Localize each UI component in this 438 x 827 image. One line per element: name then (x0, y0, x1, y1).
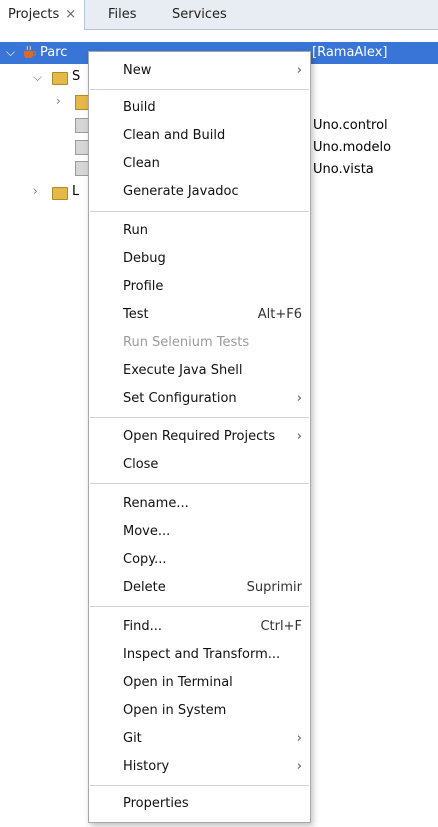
tab-services-label: Services (172, 7, 227, 22)
tab-bar: Projects × Files Services (0, 0, 438, 31)
menu-item-inspect-and-transform[interactable]: Inspect and Transform... (89, 642, 310, 668)
project-branch: [RamaAlex] (312, 45, 388, 60)
menu-item-find-shortcut: Ctrl+F (260, 619, 302, 634)
menu-item-open-in-system[interactable]: Open in System (89, 698, 310, 724)
submenu-arrow-icon: › (296, 429, 302, 444)
menu-item-build[interactable]: Build (89, 95, 310, 121)
menu-item-copy[interactable]: Copy... (89, 547, 310, 573)
menu-item-debug[interactable]: Debug (89, 246, 310, 272)
close-icon[interactable]: × (65, 7, 76, 22)
package-icon (75, 118, 89, 133)
menu-item-delete[interactable]: Delete Suprimir (89, 575, 310, 601)
menu-item-execute-java-shell[interactable]: Execute Java Shell (89, 358, 310, 384)
menu-separator (90, 483, 309, 484)
tab-services[interactable]: Services (164, 0, 235, 30)
menu-item-profile[interactable]: Profile (89, 274, 310, 300)
menu-item-open-in-system-label: Open in System (123, 703, 227, 718)
menu-item-run[interactable]: Run (89, 218, 310, 244)
menu-item-build-label: Build (123, 100, 156, 115)
menu-separator (90, 211, 309, 212)
project-name: Parc (40, 45, 68, 60)
menu-item-rename[interactable]: Rename... (89, 491, 310, 517)
menu-item-open-required-projects[interactable]: Open Required Projects › (89, 424, 310, 450)
submenu-arrow-icon: › (296, 391, 302, 406)
package-icon (75, 95, 89, 110)
menu-item-git-label: Git (123, 731, 142, 746)
menu-separator (90, 89, 309, 90)
menu-item-test-shortcut: Alt+F6 (257, 307, 302, 322)
tree-row-source-label: S (72, 69, 81, 84)
libraries-folder-icon (52, 187, 68, 200)
menu-separator (90, 417, 309, 418)
tree-package-label: Uno.modelo (313, 140, 392, 155)
tree-row-libraries-label: L (72, 184, 80, 199)
menu-item-test[interactable]: Test Alt+F6 (89, 302, 310, 328)
submenu-arrow-icon: › (296, 63, 302, 78)
menu-item-open-in-terminal[interactable]: Open in Terminal (89, 670, 310, 696)
menu-item-delete-label: Delete (123, 580, 166, 595)
tab-projects[interactable]: Projects × (0, 0, 86, 31)
tree-package-label: Uno.control (313, 118, 388, 133)
menu-item-set-configuration-label: Set Configuration (123, 391, 237, 406)
menu-item-execute-java-shell-label: Execute Java Shell (123, 363, 243, 378)
menu-item-properties[interactable]: Properties (89, 791, 310, 817)
menu-item-new-label: New (123, 63, 152, 78)
package-icon (75, 161, 89, 176)
tab-projects-label: Projects (8, 7, 60, 22)
menu-item-move[interactable]: Move... (89, 519, 310, 545)
chevron-down-icon[interactable]: ⌵ (6, 45, 15, 60)
menu-item-properties-label: Properties (123, 796, 189, 811)
menu-item-git[interactable]: Git › (89, 726, 310, 752)
submenu-arrow-icon: › (296, 759, 302, 774)
menu-item-copy-label: Copy... (123, 552, 167, 567)
menu-item-run-label: Run (123, 223, 148, 238)
menu-item-clean[interactable]: Clean (89, 151, 310, 177)
menu-item-history-label: History (123, 759, 170, 774)
menu-item-run-selenium-tests-label: Run Selenium Tests (123, 335, 250, 350)
menu-item-close-label: Close (123, 457, 159, 472)
submenu-arrow-icon: › (296, 731, 302, 746)
menu-item-set-configuration[interactable]: Set Configuration › (89, 386, 310, 412)
menu-item-history[interactable]: History › (89, 754, 310, 780)
menu-item-new[interactable]: New › (89, 58, 310, 84)
menu-item-test-label: Test (123, 307, 149, 322)
menu-item-inspect-and-transform-label: Inspect and Transform... (123, 647, 281, 662)
package-icon (75, 140, 89, 155)
menu-item-debug-label: Debug (123, 251, 166, 266)
menu-item-generate-javadoc-label: Generate Javadoc (123, 184, 239, 199)
menu-item-clean-and-build[interactable]: Clean and Build (89, 123, 310, 149)
context-menu: New › Build Clean and Build Clean Genera… (88, 51, 311, 823)
chevron-down-icon[interactable]: ⌵ (33, 70, 42, 85)
menu-separator (90, 606, 309, 607)
menu-item-move-label: Move... (123, 524, 171, 539)
tree-package-label: Uno.vista (313, 162, 374, 177)
chevron-right-icon[interactable]: › (56, 94, 61, 108)
menu-item-find-label: Find... (123, 619, 163, 634)
menu-item-run-selenium-tests: Run Selenium Tests (89, 330, 310, 356)
tab-files-label: Files (108, 7, 137, 22)
menu-item-profile-label: Profile (123, 279, 164, 294)
menu-item-generate-javadoc[interactable]: Generate Javadoc (89, 179, 310, 205)
menu-item-clean-label: Clean (123, 156, 160, 171)
menu-item-open-in-terminal-label: Open in Terminal (123, 675, 233, 690)
menu-separator (90, 785, 309, 786)
source-folder-icon (52, 72, 68, 85)
menu-item-rename-label: Rename... (123, 496, 189, 511)
menu-item-open-required-projects-label: Open Required Projects (123, 429, 276, 444)
menu-item-find[interactable]: Find... Ctrl+F (89, 614, 310, 640)
chevron-right-icon[interactable]: › (33, 184, 38, 198)
menu-item-close[interactable]: Close (89, 452, 310, 478)
menu-item-clean-and-build-label: Clean and Build (123, 128, 226, 143)
menu-item-delete-shortcut: Suprimir (246, 580, 302, 595)
java-project-icon (24, 45, 36, 58)
tab-files[interactable]: Files (100, 0, 145, 30)
